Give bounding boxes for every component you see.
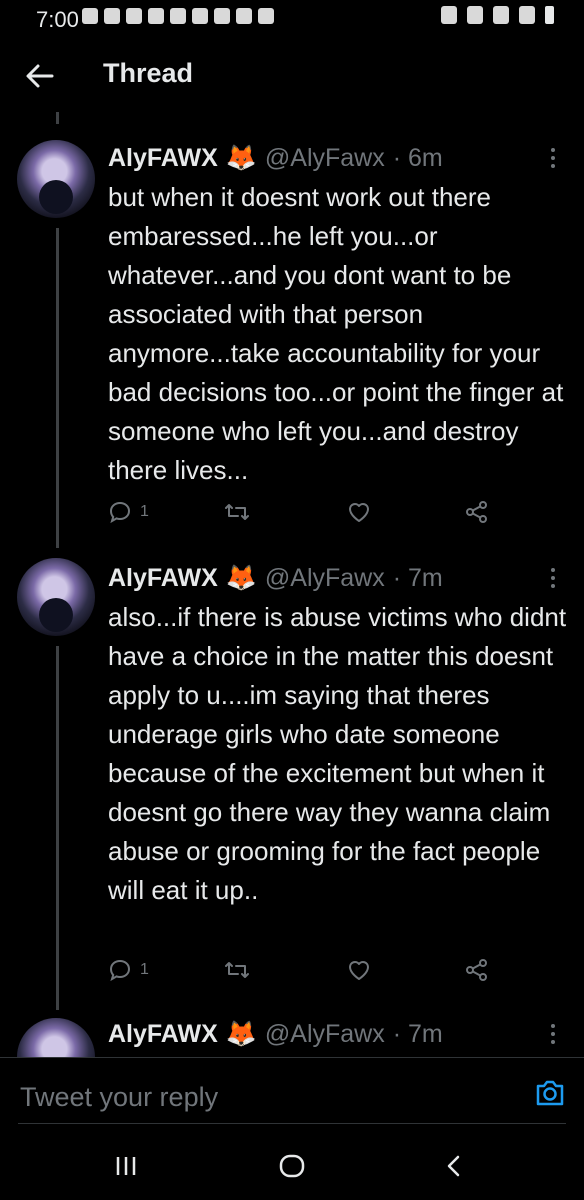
user-handle[interactable]: @AlyFawx — [265, 1020, 385, 1049]
more-options-button[interactable] — [542, 564, 564, 592]
tweet-text: but when it doesnt work out there embare… — [108, 182, 564, 485]
battery-icon — [545, 6, 554, 24]
user-handle[interactable]: @AlyFawx — [265, 144, 385, 173]
more-options-button[interactable] — [542, 1020, 564, 1048]
tweet[interactable]: AlyFAWX 🦊 @AlyFawx · 7m also...if there … — [0, 544, 584, 1010]
twitch-icon — [170, 8, 186, 24]
thread-connector-line — [56, 112, 59, 124]
tweet-time: · 6m — [392, 144, 443, 172]
reply-button[interactable]: 1 — [108, 500, 149, 524]
share-button[interactable] — [464, 958, 490, 982]
reply-bar — [0, 1058, 584, 1124]
twitch-icon — [148, 8, 164, 24]
share-button[interactable] — [464, 500, 490, 524]
more-dot — [551, 576, 555, 580]
tweet-time: · 7m — [392, 564, 443, 592]
thread-header: Thread — [0, 40, 584, 110]
thread-connector-line — [56, 646, 59, 1010]
retweet-button[interactable] — [224, 958, 250, 982]
back-nav-button[interactable] — [434, 1150, 474, 1182]
heart-icon — [349, 503, 369, 522]
reply-icon — [109, 501, 131, 524]
retweet-icon — [225, 504, 249, 520]
tweet-actions: 1 — [108, 500, 508, 530]
reply-icon — [109, 959, 131, 982]
cloud-icon — [258, 8, 274, 24]
heart-icon — [349, 961, 369, 980]
gamepad-icon — [192, 8, 208, 24]
alarm-icon — [441, 6, 457, 24]
back-arrow-icon — [26, 64, 54, 88]
mute-icon — [467, 6, 483, 24]
tweet-author-row: AlyFAWX 🦊 @AlyFawx · 6m — [108, 144, 443, 173]
reply-count: 1 — [140, 961, 149, 978]
like-button[interactable] — [346, 500, 372, 524]
image-icon — [236, 8, 252, 24]
share-icon — [466, 959, 487, 981]
tweet-author-row: AlyFAWX 🦊 @AlyFawx · 7m — [108, 564, 443, 593]
like-button[interactable] — [346, 958, 372, 982]
back-chevron-icon — [447, 1155, 460, 1177]
fox-emoji: 🦊 — [225, 564, 257, 592]
gmail-icon — [126, 8, 142, 24]
more-dot — [551, 156, 555, 160]
user-handle[interactable]: @AlyFawx — [265, 564, 385, 593]
more-dot — [551, 1040, 555, 1044]
signal-icon — [519, 6, 535, 24]
home-button[interactable] — [272, 1150, 312, 1182]
camera-icon — [536, 1080, 564, 1106]
notification-icons — [82, 8, 274, 24]
status-bar: 7:00 — [0, 0, 584, 38]
reply-button[interactable]: 1 — [108, 958, 149, 982]
home-icon — [279, 1154, 305, 1178]
more-dot — [551, 584, 555, 588]
avatar[interactable] — [17, 140, 95, 218]
reply-count: 1 — [140, 503, 149, 520]
camera-button[interactable] — [534, 1078, 566, 1108]
more-options-button[interactable] — [542, 144, 564, 172]
more-dot — [551, 1024, 555, 1028]
tweet-text: also...if there is abuse victims who did… — [108, 602, 567, 905]
system-icons — [441, 6, 554, 24]
gamepad-icon — [214, 8, 230, 24]
system-nav-bar — [0, 1126, 584, 1200]
fox-emoji: 🦊 — [225, 1020, 257, 1048]
tweet-actions: 1 — [108, 958, 508, 988]
more-dot — [551, 568, 555, 572]
retweet-button[interactable] — [224, 500, 250, 524]
page-title: Thread — [103, 58, 194, 88]
display-name[interactable]: AlyFAWX — [108, 564, 218, 593]
thread-connector-line — [56, 228, 59, 548]
retweet-icon — [225, 962, 249, 978]
share-icon — [466, 501, 487, 523]
display-name[interactable]: AlyFAWX — [108, 1020, 218, 1049]
tweet[interactable]: AlyFAWX 🦊 @AlyFawx · 6m but when it does… — [0, 124, 584, 548]
tweet-time: · 7m — [392, 1020, 443, 1048]
recents-icon — [116, 1157, 136, 1175]
bag-icon — [104, 8, 120, 24]
fox-emoji: 🦊 — [225, 144, 257, 172]
tweet-author-row: AlyFAWX 🦊 @AlyFawx · 7m — [108, 1020, 443, 1049]
more-dot — [551, 148, 555, 152]
avatar[interactable] — [17, 1018, 95, 1057]
avatar[interactable] — [17, 558, 95, 636]
reply-input[interactable] — [18, 1078, 502, 1116]
display-name[interactable]: AlyFAWX — [108, 144, 218, 173]
tweet[interactable]: AlyFAWX 🦊 @AlyFawx · 7m — [0, 1010, 584, 1057]
status-time: 7:00 — [36, 7, 79, 32]
more-dot — [551, 164, 555, 168]
wifi-icon — [493, 6, 509, 24]
divider — [18, 1123, 566, 1124]
recents-button[interactable] — [106, 1150, 146, 1182]
more-dot — [551, 1032, 555, 1036]
chat-icon — [82, 8, 98, 24]
back-button[interactable] — [22, 58, 58, 94]
